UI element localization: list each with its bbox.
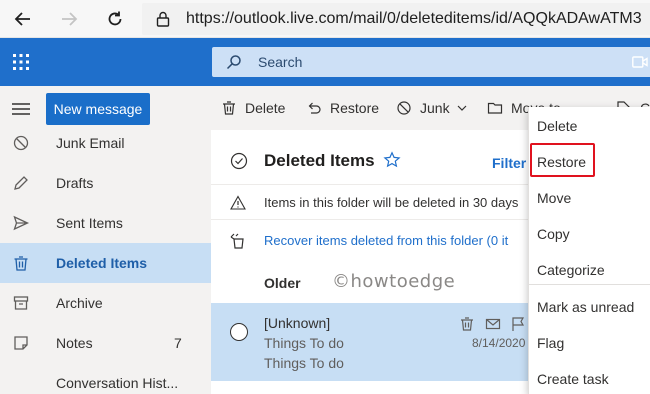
warning-icon bbox=[230, 195, 246, 210]
back-button[interactable] bbox=[4, 0, 42, 38]
star-icon[interactable] bbox=[383, 151, 401, 169]
message-subject: Things To do bbox=[264, 335, 344, 351]
delete-label: Delete bbox=[245, 100, 286, 116]
lock-icon bbox=[156, 11, 170, 27]
note-icon bbox=[14, 336, 28, 350]
waffle-icon bbox=[13, 54, 29, 70]
menu-item-label: Mark as unread bbox=[537, 299, 635, 315]
menu-item-label: Delete bbox=[537, 118, 578, 134]
blocked-icon bbox=[13, 135, 29, 151]
menu-item-label: Create task bbox=[537, 371, 609, 387]
folder-notes[interactable]: Notes 7 bbox=[0, 323, 211, 363]
menu-item-label: Move bbox=[537, 190, 572, 206]
menu-divider bbox=[529, 284, 650, 285]
recover-items-link[interactable]: Recover items deleted from this folder (… bbox=[264, 233, 508, 248]
folder-label: Archive bbox=[56, 295, 103, 311]
junk-command[interactable]: Junk bbox=[396, 98, 468, 118]
restore-command[interactable]: Restore bbox=[306, 98, 379, 118]
menu-item-label: Categorize bbox=[537, 262, 605, 278]
menu-item-label: Flag bbox=[537, 335, 565, 351]
forward-button[interactable] bbox=[50, 0, 88, 38]
menu-item-mark-as-unread[interactable]: Mark as unread bbox=[529, 289, 650, 325]
folder-label: Notes bbox=[56, 335, 93, 351]
mail-icon[interactable] bbox=[485, 316, 501, 332]
filter-button[interactable]: Filter bbox=[492, 155, 526, 171]
retention-text: Items in this folder will be deleted in … bbox=[264, 195, 519, 210]
refresh-icon bbox=[108, 11, 122, 26]
trash-icon bbox=[14, 256, 28, 271]
message-sender: [Unknown] bbox=[264, 315, 331, 331]
refresh-button[interactable] bbox=[96, 0, 134, 38]
search-placeholder: Search bbox=[258, 54, 303, 70]
menu-item-categorize[interactable]: Categorize bbox=[529, 252, 650, 288]
app-launcher-button[interactable] bbox=[0, 38, 42, 86]
video-icon[interactable] bbox=[632, 55, 648, 69]
address-bar[interactable]: https://outlook.live.com/mail/0/deletedi… bbox=[142, 3, 650, 35]
menu-item-move[interactable]: Move bbox=[529, 180, 650, 216]
arrow-left-icon bbox=[14, 12, 30, 26]
search-icon bbox=[226, 55, 241, 70]
folder-sent-items[interactable]: Sent Items bbox=[0, 203, 211, 243]
move-folder-icon bbox=[487, 102, 503, 114]
select-all-icon[interactable] bbox=[230, 152, 248, 170]
folder-label: Sent Items bbox=[56, 215, 123, 231]
junk-label: Junk bbox=[420, 100, 450, 116]
message-date: 8/14/2020 bbox=[472, 336, 526, 350]
chevron-down-icon bbox=[457, 105, 467, 111]
trash-icon bbox=[223, 101, 235, 115]
message-preview: Things To do bbox=[264, 355, 344, 371]
unread-count: 7 bbox=[174, 335, 182, 351]
new-message-button[interactable]: New message bbox=[46, 93, 150, 125]
folder-junk-email[interactable]: Junk Email bbox=[0, 123, 211, 163]
url-text: https://outlook.live.com/mail/0/deletedi… bbox=[186, 10, 642, 27]
watermark: ©howtoedge bbox=[332, 271, 456, 292]
menu-item-copy[interactable]: Copy bbox=[529, 216, 650, 252]
app-header: Search bbox=[0, 38, 650, 86]
folder-conversation-history[interactable]: Conversation Hist... bbox=[0, 363, 211, 394]
flag-icon[interactable] bbox=[510, 316, 526, 332]
page-title: Deleted Items bbox=[264, 151, 375, 170]
search-input[interactable]: Search bbox=[212, 47, 650, 77]
menu-item-flag[interactable]: Flag bbox=[529, 325, 650, 361]
menu-item-create-task[interactable]: Create task bbox=[529, 361, 650, 394]
recover-trash-icon bbox=[230, 233, 244, 249]
send-icon bbox=[13, 215, 30, 231]
folder-label: Deleted Items bbox=[56, 255, 148, 271]
group-header: Older bbox=[264, 275, 301, 291]
folder-drafts[interactable]: Drafts bbox=[0, 163, 211, 203]
folder-archive[interactable]: Archive bbox=[0, 283, 211, 323]
menu-item-label: Copy bbox=[537, 226, 570, 242]
delete-command[interactable]: Delete bbox=[221, 98, 285, 118]
restore-highlight-box bbox=[530, 143, 595, 177]
hamburger-menu-icon[interactable] bbox=[10, 100, 32, 118]
folder-label: Conversation Hist... bbox=[56, 375, 179, 391]
menu-item-delete[interactable]: Delete bbox=[529, 108, 650, 144]
folder-pane: New message Junk Email Drafts Sent Items… bbox=[0, 86, 211, 394]
message-select-radio[interactable] bbox=[230, 323, 248, 341]
trash-icon[interactable] bbox=[459, 316, 475, 332]
restore-label: Restore bbox=[330, 100, 380, 116]
undo-icon bbox=[308, 102, 321, 114]
folder-deleted-items[interactable]: Deleted Items bbox=[0, 243, 211, 283]
browser-toolbar: https://outlook.live.com/mail/0/deletedi… bbox=[0, 0, 650, 38]
blocked-icon bbox=[397, 101, 411, 115]
folder-label: Drafts bbox=[56, 175, 94, 191]
archive-icon bbox=[13, 296, 29, 310]
pencil-icon bbox=[14, 176, 28, 190]
folder-label: Junk Email bbox=[56, 135, 125, 151]
arrow-right-icon bbox=[62, 12, 78, 26]
